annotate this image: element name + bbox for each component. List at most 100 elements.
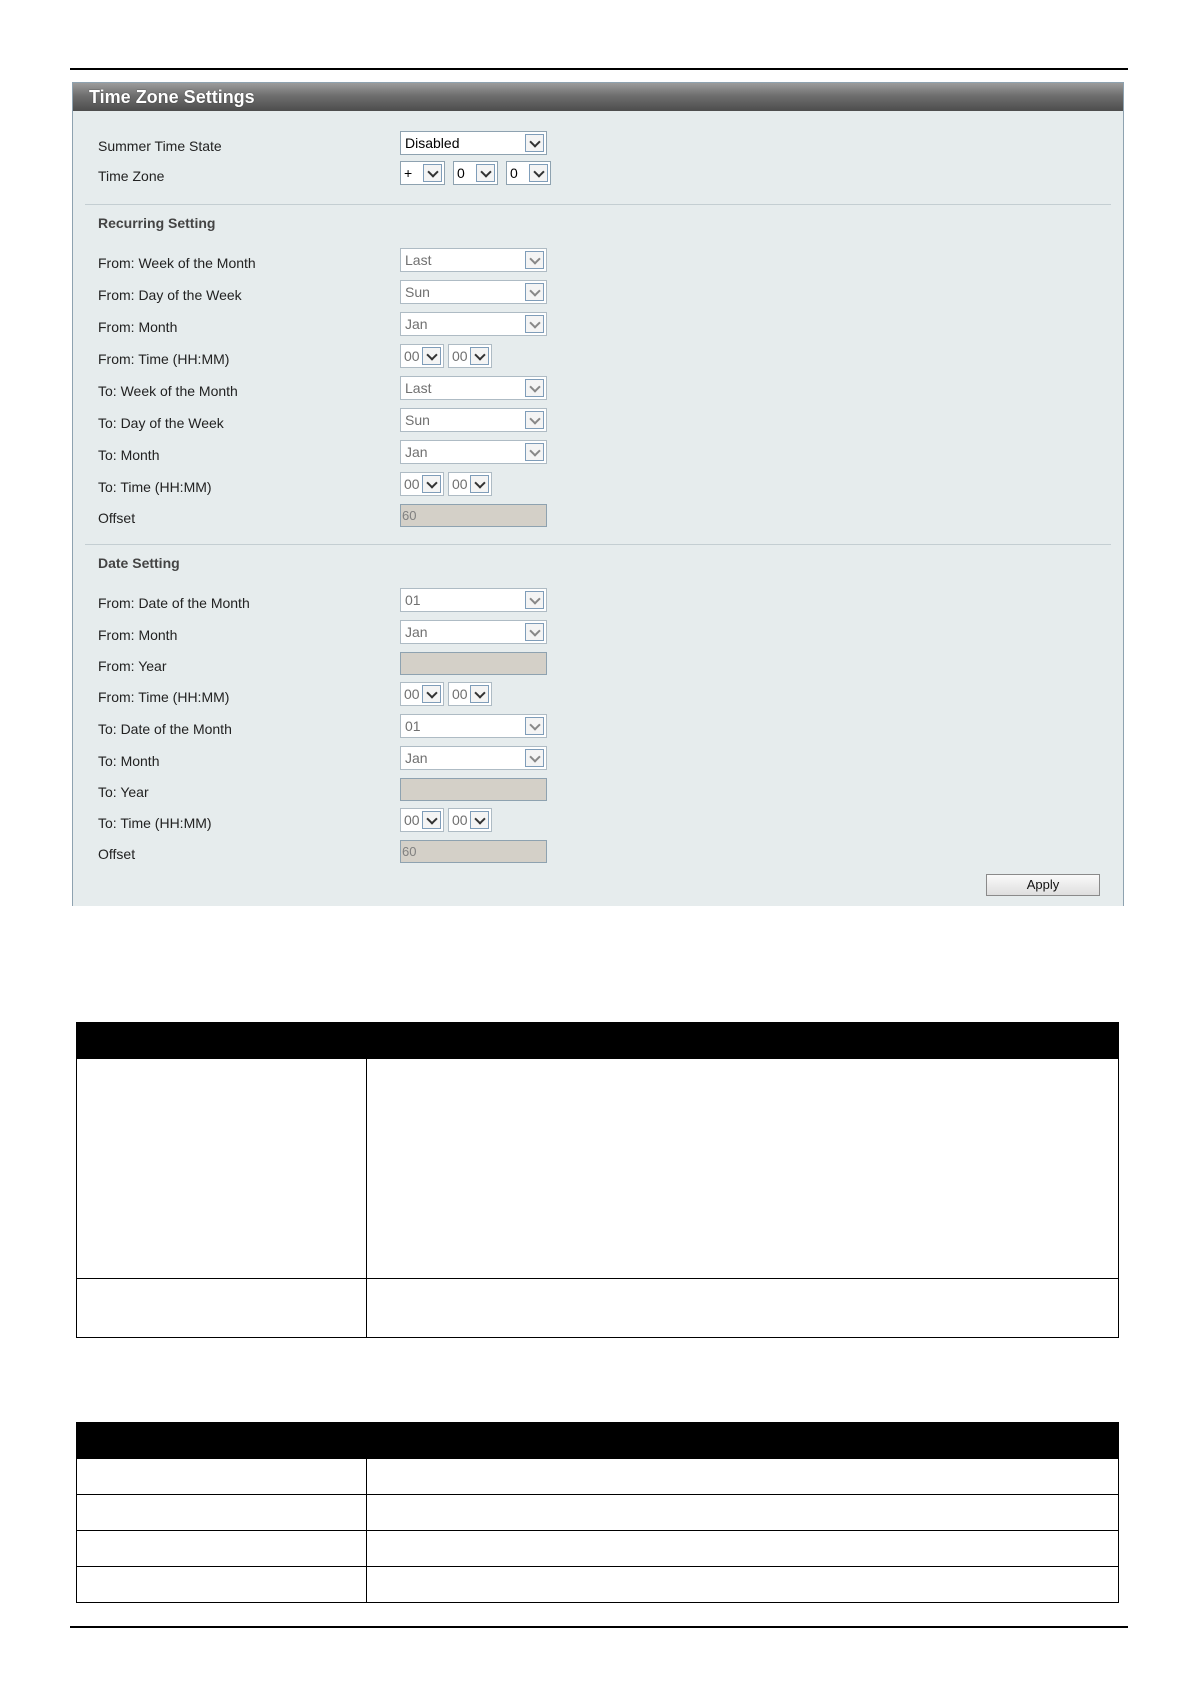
date-to-hour-select[interactable]: 00 — [400, 808, 444, 832]
table-cell — [76, 1494, 367, 1531]
time-zone-hour-select[interactable]: 0 — [453, 161, 498, 185]
from-month-label: From: Month — [98, 627, 178, 643]
date-setting-heading: Date Setting — [98, 555, 180, 571]
chevron-down-icon — [525, 283, 544, 301]
to-day-label: To: Day of the Week — [98, 415, 224, 431]
chevron-down-icon — [529, 164, 548, 182]
time-zone-settings-panel: Time Zone Settings Summer Time State Dis… — [72, 82, 1124, 906]
date-to-year-field[interactable] — [400, 778, 547, 801]
chevron-down-icon — [470, 347, 489, 365]
from-date-label: From: Date of the Month — [98, 595, 250, 611]
recurring-from-month-select[interactable]: Jan — [400, 312, 547, 336]
summer-time-state-label: Summer Time State — [98, 138, 222, 154]
recurring-offset-field[interactable]: 60 — [400, 504, 547, 527]
table-cell — [366, 1494, 1119, 1531]
to-date-label: To: Date of the Month — [98, 721, 232, 737]
chevron-down-icon — [470, 475, 489, 493]
table-cell — [76, 1278, 367, 1338]
date-to-month-select[interactable]: Jan — [400, 746, 547, 770]
table-header-cell — [76, 1022, 367, 1059]
recurring-to-hour-select[interactable]: 00 — [400, 472, 444, 496]
table-header-cell — [366, 1022, 1119, 1059]
table-cell — [366, 1278, 1119, 1338]
apply-button[interactable]: Apply — [986, 874, 1100, 896]
chevron-down-icon — [470, 811, 489, 829]
to-time-label: To: Time (HH:MM) — [98, 479, 212, 495]
time-zone-sign-select[interactable]: + — [400, 161, 445, 185]
from-time-label: From: Time (HH:MM) — [98, 689, 230, 705]
chevron-down-icon — [525, 379, 544, 397]
chevron-down-icon — [525, 749, 544, 767]
to-year-label: To: Year — [98, 784, 149, 800]
chevron-down-icon — [525, 443, 544, 461]
table-row — [76, 1530, 1119, 1567]
chevron-down-icon — [525, 134, 544, 152]
chevron-down-icon — [525, 251, 544, 269]
offset-label: Offset — [98, 846, 136, 862]
from-day-label: From: Day of the Week — [98, 287, 242, 303]
table-row — [76, 1494, 1119, 1531]
summer-time-state-select[interactable]: Disabled — [400, 131, 547, 155]
table-cell — [366, 1530, 1119, 1567]
chevron-down-icon — [525, 315, 544, 333]
recurring-to-day-select[interactable]: Sun — [400, 408, 547, 432]
chevron-down-icon — [525, 623, 544, 641]
table-row — [76, 1458, 1119, 1495]
table-cell — [76, 1458, 367, 1495]
chevron-down-icon — [422, 685, 441, 703]
date-from-year-field[interactable] — [400, 652, 547, 675]
table-header-row — [76, 1022, 1119, 1059]
table-cell — [76, 1058, 367, 1279]
date-from-month-select[interactable]: Jan — [400, 620, 547, 644]
recurring-to-minute-select[interactable]: 00 — [448, 472, 492, 496]
from-time-label: From: Time (HH:MM) — [98, 351, 230, 367]
time-zone-label: Time Zone — [98, 168, 165, 184]
date-to-date-select[interactable]: 01 — [400, 714, 547, 738]
from-year-label: From: Year — [98, 658, 167, 674]
recurring-setting-heading: Recurring Setting — [98, 215, 216, 231]
recurring-to-month-select[interactable]: Jan — [400, 440, 547, 464]
table-row — [76, 1566, 1119, 1603]
chevron-down-icon — [476, 164, 495, 182]
table-cell — [366, 1058, 1119, 1279]
recurring-from-week-select[interactable]: Last — [400, 248, 547, 272]
panel-title: Time Zone Settings — [73, 83, 1123, 111]
chevron-down-icon — [423, 164, 442, 182]
to-week-label: To: Week of the Month — [98, 383, 238, 399]
separator — [85, 544, 1111, 545]
recurring-to-week-select[interactable]: Last — [400, 376, 547, 400]
date-from-minute-select[interactable]: 00 — [448, 682, 492, 706]
table-cell — [76, 1530, 367, 1567]
chevron-down-icon — [470, 685, 489, 703]
to-time-label: To: Time (HH:MM) — [98, 815, 212, 831]
chevron-down-icon — [422, 811, 441, 829]
top-rule — [70, 68, 1128, 70]
from-month-label: From: Month — [98, 319, 178, 335]
date-offset-field[interactable]: 60 — [400, 840, 547, 863]
table-row — [76, 1278, 1119, 1338]
table-row — [76, 1058, 1119, 1279]
to-month-label: To: Month — [98, 447, 160, 463]
bottom-rule — [70, 1626, 1128, 1628]
separator — [85, 204, 1111, 205]
table-cell — [366, 1566, 1119, 1603]
table-cell — [366, 1458, 1119, 1495]
date-from-date-select[interactable]: 01 — [400, 588, 547, 612]
from-week-label: From: Week of the Month — [98, 255, 256, 271]
table-header-row — [76, 1422, 1119, 1459]
date-to-minute-select[interactable]: 00 — [448, 808, 492, 832]
time-zone-minute-select[interactable]: 0 — [506, 161, 551, 185]
recurring-from-minute-select[interactable]: 00 — [448, 344, 492, 368]
chevron-down-icon — [525, 717, 544, 735]
recurring-from-hour-select[interactable]: 00 — [400, 344, 444, 368]
to-month-label: To: Month — [98, 753, 160, 769]
date-from-hour-select[interactable]: 00 — [400, 682, 444, 706]
chevron-down-icon — [422, 347, 441, 365]
parameter-table — [76, 1422, 1119, 1603]
recurring-from-day-select[interactable]: Sun — [400, 280, 547, 304]
parameter-table — [76, 1022, 1119, 1338]
table-header-cell — [366, 1422, 1119, 1459]
table-header-cell — [76, 1422, 367, 1459]
table-cell — [76, 1566, 367, 1603]
chevron-down-icon — [525, 591, 544, 609]
